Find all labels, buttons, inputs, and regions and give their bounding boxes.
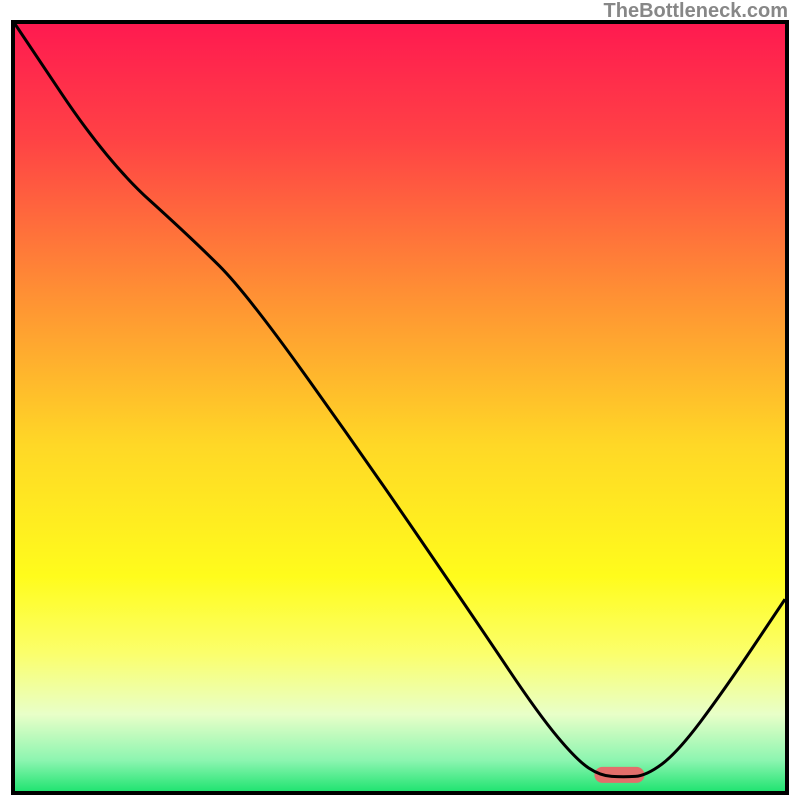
- chart-frame: [11, 20, 789, 795]
- chart-plot: [15, 24, 785, 791]
- background-gradient: [15, 24, 785, 791]
